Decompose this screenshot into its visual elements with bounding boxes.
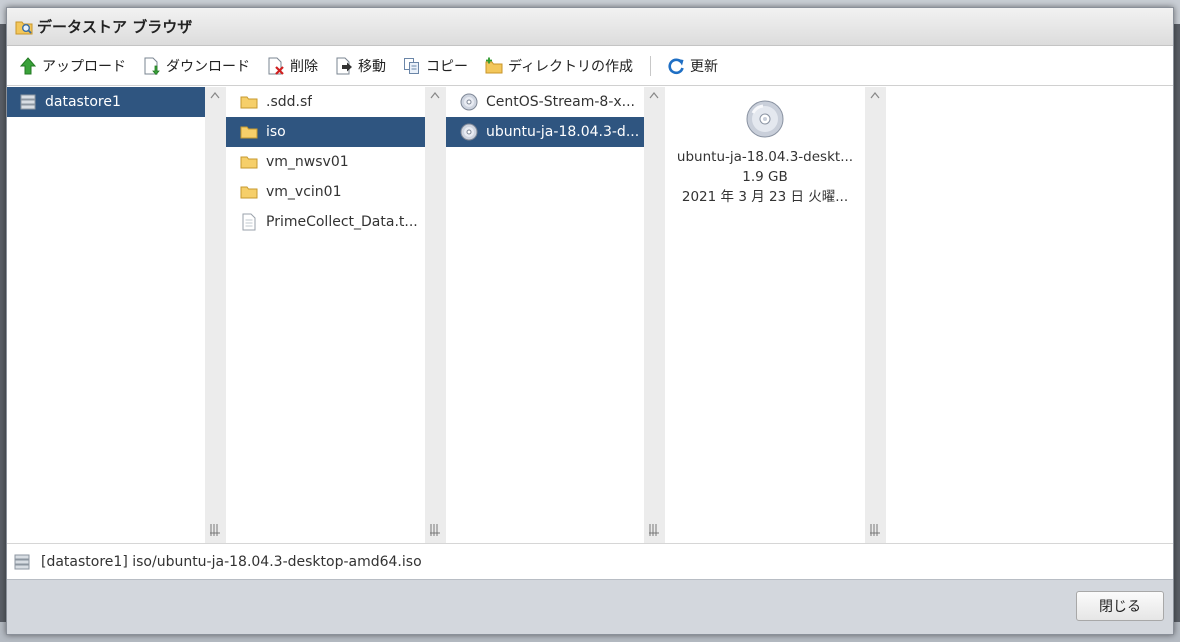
empty-pane xyxy=(886,87,1173,543)
disc-icon xyxy=(460,93,478,111)
file-item-label: CentOS-Stream-8-x... xyxy=(486,94,636,110)
create-directory-label: ディレクトリの作成 xyxy=(508,58,634,75)
selected-path: [datastore1] iso/ubuntu-ja-18.04.3-deskt… xyxy=(41,553,422,570)
folder-item-label: iso xyxy=(266,124,286,140)
datastore-icon xyxy=(14,554,30,569)
folder-icon xyxy=(240,156,258,169)
download-file-icon xyxy=(144,57,160,75)
pane-splitter[interactable] xyxy=(425,87,446,543)
pane-splitter[interactable] xyxy=(644,87,665,543)
move-file-icon xyxy=(336,57,352,74)
folder-item[interactable]: vm_nwsv01 xyxy=(226,147,425,177)
upload-button[interactable]: アップロード xyxy=(19,56,126,76)
scroll-up-icon xyxy=(870,92,880,99)
file-item[interactable]: CentOS-Stream-8-x... xyxy=(446,87,644,117)
file-item-label: PrimeCollect_Data.t... xyxy=(266,214,418,230)
move-label: 移動 xyxy=(358,58,386,75)
folder-pane: .sdd.sf iso vm_nwsv01 vm_vcin01 PrimeCol… xyxy=(226,87,425,543)
delete-file-icon xyxy=(268,57,284,75)
scroll-up-icon xyxy=(430,92,440,99)
datastore-item-label: datastore1 xyxy=(45,94,121,110)
toolbar-separator xyxy=(650,55,652,76)
browser-panes: datastore1 .sdd.sf iso vm_nwsv01 vm_vcin… xyxy=(7,87,1173,543)
refresh-icon xyxy=(668,58,684,74)
toolbar: アップロード ダウンロード 削除 移動 コピー ディレクトリの作成 更新 xyxy=(7,46,1173,86)
dialog-title: データストア ブラウザ xyxy=(37,18,193,36)
folder-item-label: vm_nwsv01 xyxy=(266,154,349,170)
status-bar: [datastore1] iso/ubuntu-ja-18.04.3-deskt… xyxy=(7,543,1173,579)
file-item-label: ubuntu-ja-18.04.3-d... xyxy=(486,124,640,140)
refresh-label: 更新 xyxy=(690,58,719,75)
folder-item-label: vm_vcin01 xyxy=(266,184,342,200)
disc-icon xyxy=(460,123,478,141)
copy-icon xyxy=(404,57,419,74)
file-item[interactable]: ubuntu-ja-18.04.3-d... xyxy=(446,117,644,147)
disc-icon xyxy=(746,100,784,138)
datastore-item[interactable]: datastore1 xyxy=(7,87,205,117)
download-label: ダウンロード xyxy=(166,58,250,75)
resize-grip-icon xyxy=(210,524,220,536)
refresh-button[interactable]: 更新 xyxy=(667,56,718,76)
copy-button[interactable]: コピー xyxy=(403,56,468,76)
preview-file-size: 1.9 GB xyxy=(742,169,788,185)
datastore-browser-dialog: データストア ブラウザ アップロード ダウンロード 削除 移動 コピー ディレク… xyxy=(6,7,1174,635)
resize-grip-icon xyxy=(430,524,440,536)
upload-label: アップロード xyxy=(42,58,126,75)
preview-file-name: ubuntu-ja-18.04.3-deskt... xyxy=(676,149,854,165)
create-directory-button[interactable]: ディレクトリの作成 xyxy=(485,56,633,76)
scroll-up-icon xyxy=(649,92,659,99)
folder-item[interactable]: .sdd.sf xyxy=(226,87,425,117)
folder-icon xyxy=(240,186,258,199)
delete-button[interactable]: 削除 xyxy=(267,56,318,76)
file-item[interactable]: PrimeCollect_Data.t... xyxy=(226,207,425,237)
dialog-footer: 閉じる xyxy=(7,579,1173,634)
file-icon xyxy=(242,213,256,231)
file-preview: ubuntu-ja-18.04.3-deskt... 1.9 GB 2021 年… xyxy=(665,87,865,207)
preview-file-date: 2021 年 3 月 23 日 火曜... xyxy=(681,189,849,205)
move-button[interactable]: 移動 xyxy=(335,56,386,76)
copy-label: コピー xyxy=(426,58,468,75)
datastore-pane: datastore1 xyxy=(7,87,205,543)
resize-grip-icon xyxy=(649,524,659,536)
file-pane: CentOS-Stream-8-x... ubuntu-ja-18.04.3-d… xyxy=(446,87,644,543)
datastore-icon xyxy=(20,94,36,110)
pane-splitter[interactable] xyxy=(205,87,226,543)
dialog-titlebar: データストア ブラウザ xyxy=(7,8,1173,46)
folder-item-label: .sdd.sf xyxy=(266,94,313,110)
upload-arrow-icon xyxy=(19,56,37,74)
pane-splitter[interactable] xyxy=(865,87,886,543)
folder-item[interactable]: iso xyxy=(226,117,425,147)
resize-grip-icon xyxy=(870,524,880,536)
folder-icon xyxy=(240,126,258,139)
new-folder-icon xyxy=(485,57,503,73)
download-button[interactable]: ダウンロード xyxy=(143,56,250,76)
folder-item[interactable]: vm_vcin01 xyxy=(226,177,425,207)
delete-label: 削除 xyxy=(290,58,318,75)
folder-icon xyxy=(240,96,258,109)
preview-pane: ubuntu-ja-18.04.3-deskt... 1.9 GB 2021 年… xyxy=(665,87,865,543)
folder-search-icon xyxy=(15,21,33,34)
close-button[interactable]: 閉じる xyxy=(1076,591,1164,621)
scroll-up-icon xyxy=(210,92,220,99)
